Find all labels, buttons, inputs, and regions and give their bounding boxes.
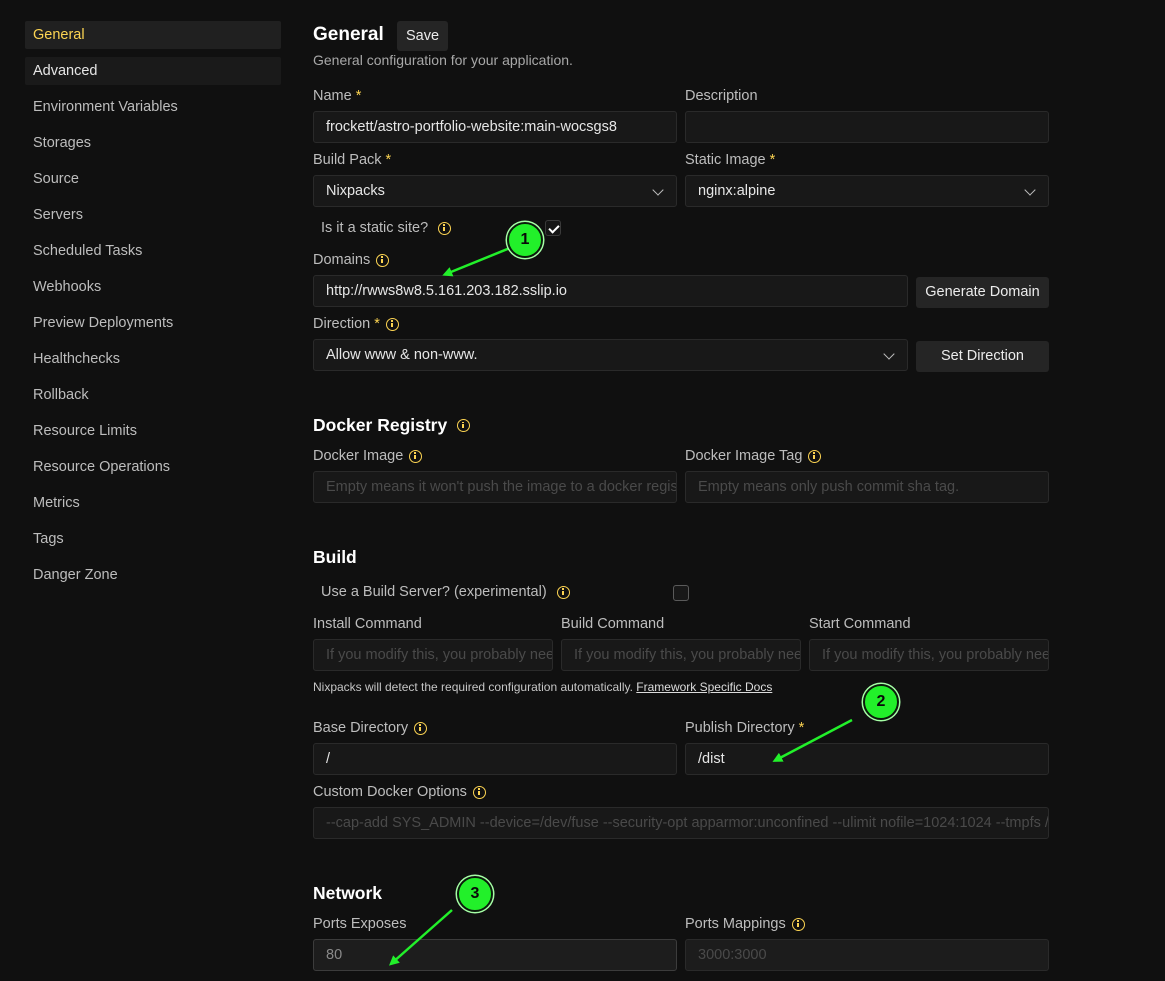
docker-image-tag-label: Docker Image Tag <box>685 448 822 464</box>
ports-mappings-label: Ports Mappings <box>685 916 805 932</box>
install-command-label: Install Command <box>313 616 422 632</box>
info-icon <box>791 917 805 931</box>
start-command-input[interactable]: If you modify this, you probably need to… <box>809 639 1049 671</box>
name-label: Name * <box>313 88 362 104</box>
static-site-checkbox[interactable] <box>545 220 561 236</box>
chevron-down-icon <box>883 348 895 360</box>
name-input[interactable]: frockett/astro-portfolio-website:main-wo… <box>313 111 677 143</box>
docker-image-input[interactable]: Empty means it won't push the image to a… <box>313 471 677 503</box>
domains-label: Domains <box>313 252 390 268</box>
sidebar-item-webhooks[interactable]: Webhooks <box>25 273 281 301</box>
direction-value: Allow www & non-www. <box>326 347 478 363</box>
sidebar-item-general[interactable]: General <box>25 21 281 49</box>
ports-mappings-input[interactable]: 3000:3000 <box>685 939 1049 971</box>
generate-domain-button[interactable]: Generate Domain <box>916 277 1049 308</box>
required-mark: * <box>769 152 776 168</box>
info-icon <box>556 585 570 599</box>
ports-exposes-input[interactable]: 80 <box>313 939 677 971</box>
sidebar-item-healthchecks[interactable]: Healthchecks <box>25 345 281 373</box>
info-icon <box>472 785 486 799</box>
info-icon <box>457 419 471 432</box>
build-heading: Build <box>313 547 357 567</box>
nixpacks-hint: Nixpacks will detect the required config… <box>313 680 773 694</box>
info-icon <box>385 317 399 331</box>
base-directory-input[interactable]: / <box>313 743 677 775</box>
sidebar-item-servers[interactable]: Servers <box>25 201 281 229</box>
static-image-select[interactable]: nginx:alpine <box>685 175 1049 207</box>
build-command-label: Build Command <box>561 616 665 632</box>
sidebar-item-danger-zone[interactable]: Danger Zone <box>25 561 281 589</box>
custom-docker-options-label: Custom Docker Options <box>313 784 486 800</box>
annotation-marker-2: 2 <box>863 684 899 720</box>
sidebar-item-environment-variables[interactable]: Environment Variables <box>25 93 281 121</box>
build-pack-select[interactable]: Nixpacks <box>313 175 677 207</box>
build-command-input[interactable]: If you modify this, you probably need to… <box>561 639 801 671</box>
publish-directory-label: Publish Directory * <box>685 720 805 736</box>
sidebar-item-rollback[interactable]: Rollback <box>25 381 281 409</box>
settings-main: General Save General configuration for y… <box>313 0 1053 981</box>
install-command-input[interactable]: If you modify this, you probably need to… <box>313 639 553 671</box>
base-directory-label: Base Directory <box>313 720 428 736</box>
direction-select[interactable]: Allow www & non-www. <box>313 339 908 371</box>
static-image-label: Static Image * <box>685 152 776 168</box>
docker-registry-heading: Docker Registry <box>313 415 471 436</box>
required-mark: * <box>798 720 805 736</box>
chevron-down-icon <box>1024 184 1036 196</box>
description-input[interactable] <box>685 111 1049 143</box>
network-heading: Network <box>313 883 383 903</box>
build-server-label: Use a Build Server? (experimental) <box>321 584 570 600</box>
page-title: General <box>313 24 384 45</box>
publish-directory-input[interactable]: /dist <box>685 743 1049 775</box>
info-icon <box>438 221 452 235</box>
annotation-marker-1: 1 <box>507 222 543 258</box>
domains-input[interactable]: http://rwws8w8.5.161.203.182.sslip.io <box>313 275 908 307</box>
build-pack-label: Build Pack * <box>313 152 392 168</box>
info-icon <box>414 721 428 735</box>
sidebar-item-resource-operations[interactable]: Resource Operations <box>25 453 281 481</box>
annotation-marker-3: 3 <box>457 876 493 912</box>
sidebar-item-tags[interactable]: Tags <box>25 525 281 553</box>
sidebar-item-resource-limits[interactable]: Resource Limits <box>25 417 281 445</box>
sidebar-item-scheduled-tasks[interactable]: Scheduled Tasks <box>25 237 281 265</box>
sidebar-item-storages[interactable]: Storages <box>25 129 281 157</box>
chevron-down-icon <box>652 184 664 196</box>
build-server-checkbox[interactable] <box>673 585 689 601</box>
required-mark: * <box>374 316 380 332</box>
description-label: Description <box>685 88 758 104</box>
required-mark: * <box>355 88 362 104</box>
sidebar-item-source[interactable]: Source <box>25 165 281 193</box>
custom-docker-options-input[interactable]: --cap-add SYS_ADMIN --device=/dev/fuse -… <box>313 807 1049 839</box>
start-command-label: Start Command <box>809 616 911 632</box>
ports-exposes-label: Ports Exposes <box>313 916 407 932</box>
direction-label: Direction * <box>313 316 399 332</box>
static-site-label: Is it a static site? <box>321 220 452 236</box>
build-pack-value: Nixpacks <box>326 183 385 199</box>
sidebar-item-preview-deployments[interactable]: Preview Deployments <box>25 309 281 337</box>
save-button[interactable]: Save <box>397 21 448 51</box>
static-image-value: nginx:alpine <box>698 183 776 199</box>
info-icon <box>409 449 423 463</box>
set-direction-button[interactable]: Set Direction <box>916 341 1049 372</box>
docker-image-label: Docker Image <box>313 448 423 464</box>
info-icon <box>376 253 390 267</box>
required-mark: * <box>385 152 392 168</box>
page-subtitle: General configuration for your applicati… <box>313 52 573 68</box>
framework-docs-link[interactable]: Framework Specific Docs <box>636 680 772 694</box>
sidebar-item-metrics[interactable]: Metrics <box>25 489 281 517</box>
sidebar-item-advanced[interactable]: Advanced <box>25 57 281 85</box>
settings-sidebar: General Advanced Environment Variables S… <box>25 21 281 597</box>
info-icon <box>808 449 822 463</box>
docker-image-tag-input[interactable]: Empty means only push commit sha tag. <box>685 471 1049 503</box>
